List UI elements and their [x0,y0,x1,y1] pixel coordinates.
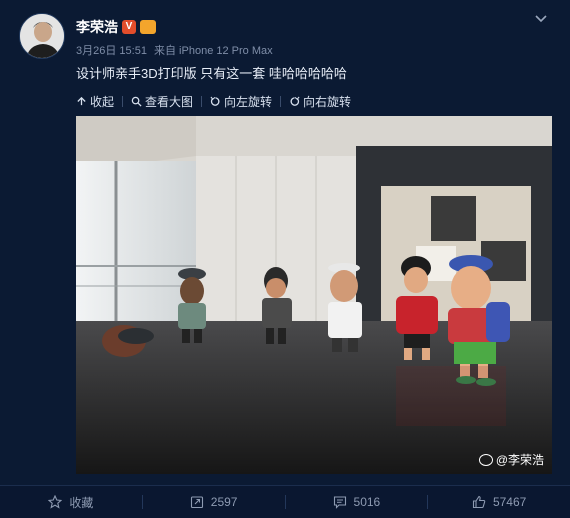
view-large-label: 查看大图 [145,94,194,109]
rotate-right-button[interactable]: 向右旋转 [289,93,351,110]
star-icon [48,495,63,509]
post-date[interactable]: 3月26日 15:51 [76,45,147,57]
rotate-left-icon [210,96,220,106]
image-toolbar: 收起 查看大图 向左旋转 向右旋转 [76,92,351,110]
view-large-button[interactable]: 查看大图 [131,93,193,110]
rotate-left-button[interactable]: 向左旋转 [210,93,272,110]
collapse-button[interactable]: 收起 [76,93,114,110]
like-count: 57467 [492,495,527,509]
crown-icon [140,20,156,34]
photo-figurines-on-table [76,116,552,474]
chevron-down-icon[interactable] [534,12,548,26]
magnifier-icon [131,96,142,107]
comment-button[interactable]: 5016 [286,495,428,509]
rotate-left-label: 向左旋转 [224,94,273,109]
thumbs-up-icon [472,495,486,509]
watermark-text: @李荣浩 [495,453,544,467]
avatar[interactable] [19,13,65,59]
photo-watermark: @李荣浩 [478,451,544,468]
divider [122,95,124,107]
divider [280,95,282,107]
comment-icon [333,496,346,509]
repost-count: 2597 [210,495,238,509]
arrow-up-icon [77,96,86,105]
post-source: 来自 iPhone 12 Pro Max [154,45,273,57]
like-button[interactable]: 57467 [428,495,570,509]
username-text[interactable]: 李荣浩 [76,17,118,37]
comment-count: 5016 [353,495,381,509]
vip-v-icon: V [122,20,136,34]
post-action-bar: 收藏 2597 5016 57467 [0,485,570,518]
rotate-right-icon [290,96,300,106]
weibo-logo-icon [478,453,493,466]
post-text: 设计师亲手3D打印版 只有这一套 哇哈哈哈哈哈 [76,66,347,81]
username[interactable]: 李荣浩 V [76,17,156,37]
favorite-button[interactable]: 收藏 [0,494,142,511]
post-photo[interactable]: @李荣浩 [76,116,552,474]
repost-icon [190,496,203,509]
repost-button[interactable]: 2597 [143,495,285,509]
collapse-label: 收起 [90,94,115,109]
weibo-post: 李荣浩 V 3月26日 15:51 来自 iPhone 12 Pro Max 设… [0,0,570,518]
favorite-label: 收藏 [69,495,94,510]
post-meta: 3月26日 15:51 来自 iPhone 12 Pro Max [76,42,277,58]
rotate-right-label: 向右旋转 [303,94,352,109]
divider [201,95,203,107]
